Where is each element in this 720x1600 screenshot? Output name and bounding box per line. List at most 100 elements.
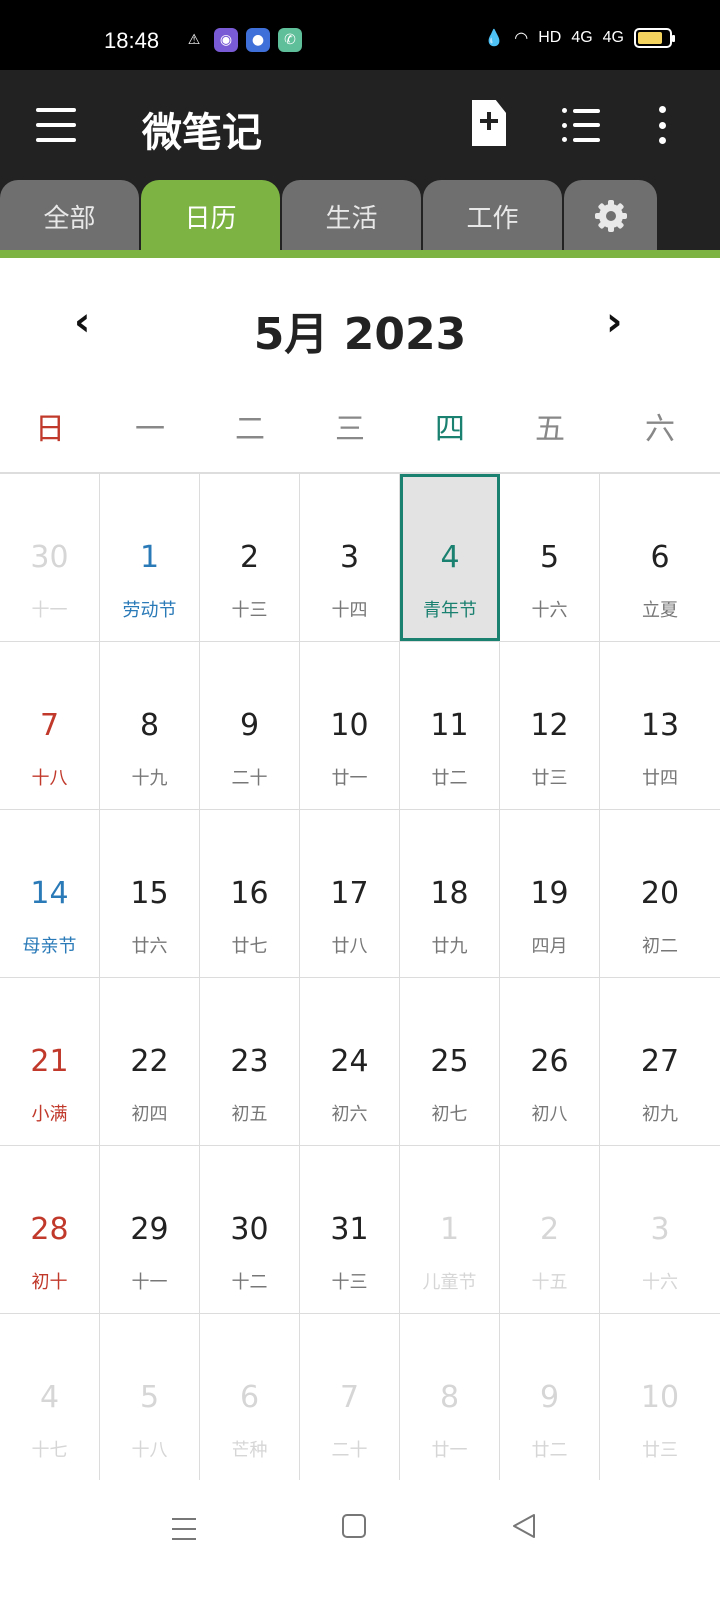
day-number: 30 — [30, 540, 69, 575]
day-number: 10 — [640, 1380, 680, 1415]
lunar-date: 初八 — [531, 1104, 568, 1125]
calendar-day[interactable]: 2 十五 — [500, 1146, 600, 1313]
wifi-icon: ◠ — [514, 30, 529, 47]
lunar-date: 廿七 — [231, 936, 268, 957]
calendar-day[interactable]: 31 十三 — [300, 1146, 400, 1313]
calendar-day[interactable]: 5 十六 — [500, 474, 600, 641]
lunar-date: 廿三 — [642, 1440, 678, 1461]
list-view-icon[interactable] — [562, 108, 600, 142]
calendar-day[interactable]: 30 十二 — [200, 1146, 300, 1313]
calendar-day[interactable]: 1 劳动节 — [100, 474, 200, 641]
calendar-day[interactable]: 2 十三 — [200, 474, 300, 641]
calendar-day[interactable]: 23 初五 — [200, 978, 300, 1145]
calendar-day[interactable]: 17 廿八 — [300, 810, 400, 977]
calendar-day[interactable]: 20 初二 — [600, 810, 720, 977]
calendar-day[interactable]: 12 廿三 — [500, 642, 600, 809]
calendar-day[interactable]: 24 初六 — [300, 978, 400, 1145]
calendar-day[interactable]: 3 十四 — [300, 474, 400, 641]
calendar-day[interactable]: 9 二十 — [200, 642, 300, 809]
weekday-thu: 四 — [435, 412, 465, 447]
calendar-day[interactable]: 10 廿三 — [600, 1314, 720, 1481]
day-number: 3 — [339, 540, 360, 575]
day-number: 12 — [530, 708, 569, 743]
lunar-date: 初九 — [642, 1104, 678, 1125]
calendar-day[interactable]: 25 初七 — [400, 978, 500, 1145]
calendar-day[interactable]: 6 芒种 — [200, 1314, 300, 1481]
calendar-day[interactable]: 16 廿七 — [200, 810, 300, 977]
lunar-date: 十八 — [31, 768, 68, 789]
menu-icon[interactable] — [36, 108, 76, 142]
lunar-date: 劳动节 — [122, 600, 177, 621]
calendar-day[interactable]: 3 十六 — [600, 1146, 720, 1313]
calendar-week-row: 30 十一 1 劳动节 2 十三 3 十四 4 青年节 5 十六 6 立夏 — [0, 474, 720, 642]
notification-icons: ⚠ ◉ ● ✆ — [182, 28, 302, 52]
calendar-day[interactable]: 4 十七 — [0, 1314, 100, 1481]
status-bar: 18:48 ⚠ ◉ ● ✆ 💧 ◠ HD 4G 4G — [0, 0, 720, 70]
back-icon[interactable] — [512, 1513, 536, 1539]
lunar-date: 初六 — [331, 1104, 368, 1125]
day-number: 14 — [30, 876, 69, 911]
calendar-day[interactable]: 6 立夏 — [600, 474, 720, 641]
more-options-icon[interactable] — [656, 106, 668, 144]
calendar-day[interactable]: 10 廿一 — [300, 642, 400, 809]
tab-life[interactable]: 生活 — [282, 180, 421, 252]
lunar-date: 廿九 — [431, 936, 468, 957]
day-number: 8 — [439, 1380, 460, 1415]
tab-calendar[interactable]: 日历 — [141, 180, 280, 252]
add-note-icon[interactable] — [472, 100, 506, 146]
lunar-date: 十七 — [31, 1440, 68, 1461]
calendar-day[interactable]: 1 儿童节 — [400, 1146, 500, 1313]
calendar-day[interactable]: 30 十一 — [0, 474, 100, 641]
calendar-day[interactable]: 29 十一 — [100, 1146, 200, 1313]
calendar-day[interactable]: 19 四月 — [500, 810, 600, 977]
message-notification-icon: ● — [246, 28, 270, 52]
weekday-mon: 一 — [135, 412, 165, 447]
lunar-date: 十六 — [531, 600, 568, 621]
day-number: 15 — [130, 876, 169, 911]
calendar-day[interactable]: 26 初八 — [500, 978, 600, 1145]
tab-underline — [0, 250, 720, 258]
calendar-day[interactable]: 13 廿四 — [600, 642, 720, 809]
calendar-day[interactable]: 27 初九 — [600, 978, 720, 1145]
calendar-day[interactable]: 8 廿一 — [400, 1314, 500, 1481]
day-number: 1 — [139, 540, 160, 575]
lunar-date: 立夏 — [642, 600, 678, 621]
calendar-day[interactable]: 21 小满 — [0, 978, 100, 1145]
tab-settings[interactable] — [564, 180, 657, 252]
status-time: 18:48 — [104, 28, 160, 53]
day-number: 2 — [539, 1212, 560, 1247]
calendar-day[interactable]: 15 廿六 — [100, 810, 200, 977]
tab-all[interactable]: 全部 — [0, 180, 139, 252]
tab-work[interactable]: 工作 — [423, 180, 562, 252]
day-number: 10 — [330, 708, 369, 743]
day-number: 30 — [230, 1212, 269, 1247]
day-number: 24 — [330, 1044, 369, 1079]
day-number: 4 — [440, 540, 460, 575]
calendar-day[interactable]: 14 母亲节 — [0, 810, 100, 977]
calendar-day[interactable]: 7 十八 — [0, 642, 100, 809]
calendar-day[interactable]: 22 初四 — [100, 978, 200, 1145]
app-title: 微笔记 — [142, 110, 262, 156]
calendar-day[interactable]: 7 二十 — [300, 1314, 400, 1481]
lunar-date: 十三 — [231, 600, 268, 621]
app-bar: 微笔记 — [0, 70, 720, 182]
calendar-day[interactable]: 9 廿二 — [500, 1314, 600, 1481]
next-month-button[interactable]: › — [606, 302, 622, 342]
recent-apps-icon[interactable] — [172, 1518, 196, 1540]
day-number: 9 — [539, 1380, 560, 1415]
lunar-date: 初五 — [231, 1104, 268, 1125]
calendar-day[interactable]: 28 初十 — [0, 1146, 100, 1313]
calendar-day[interactable]: 18 廿九 — [400, 810, 500, 977]
calendar-day[interactable]: 11 廿二 — [400, 642, 500, 809]
calendar-day[interactable]: 8 十九 — [100, 642, 200, 809]
weekday-wed: 三 — [335, 412, 365, 447]
lunar-date: 初七 — [431, 1104, 468, 1125]
day-number: 11 — [430, 708, 469, 743]
lunar-date: 廿一 — [331, 768, 368, 789]
calendar-day[interactable]: 5 十八 — [100, 1314, 200, 1481]
lunar-date: 十四 — [331, 600, 368, 621]
calendar-day-today[interactable]: 4 青年节 — [400, 474, 500, 641]
weekday-sat: 六 — [645, 412, 675, 447]
lunar-date: 廿三 — [531, 768, 568, 789]
home-icon[interactable] — [342, 1514, 366, 1538]
